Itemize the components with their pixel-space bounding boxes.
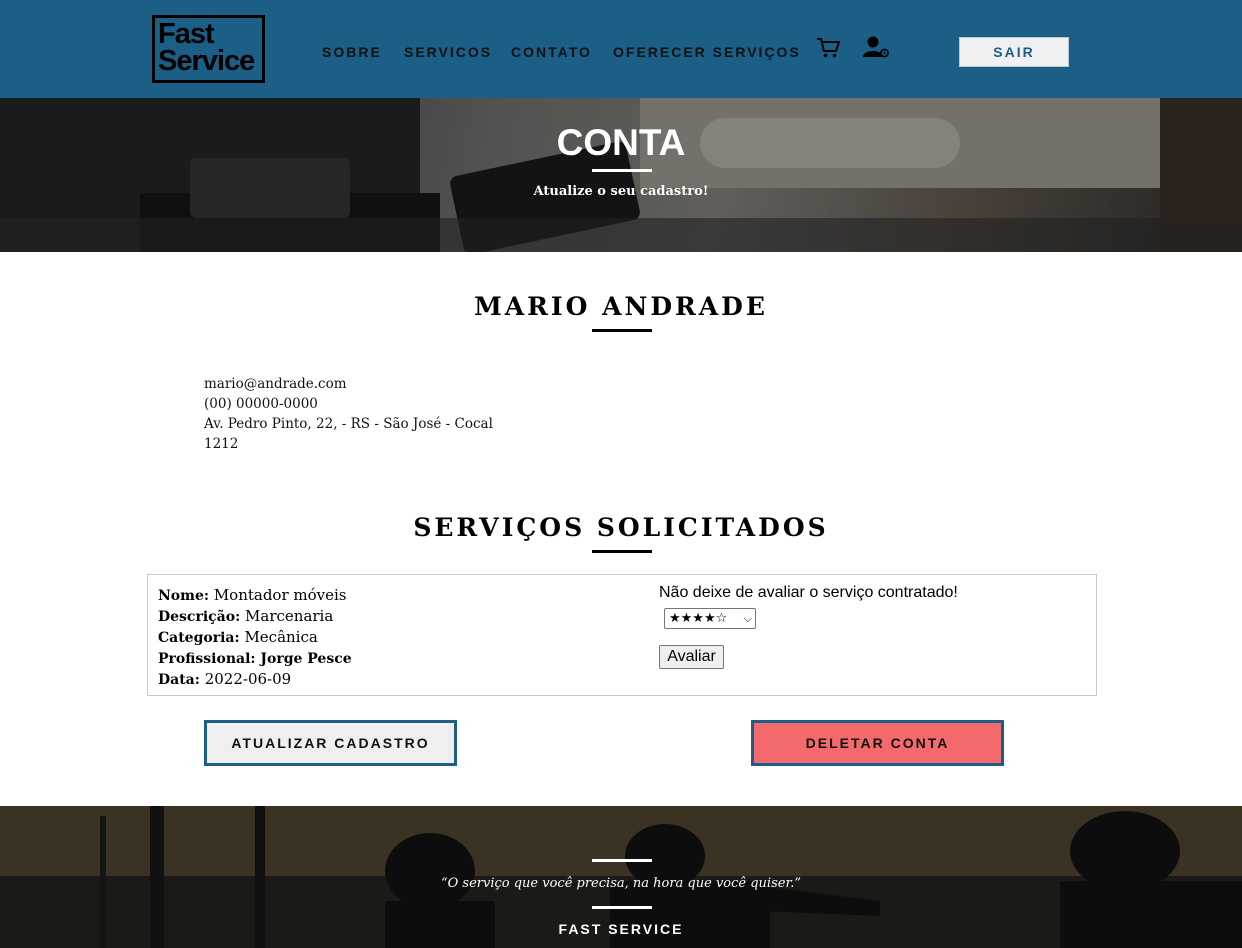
profile-phone: (00) 00000-0000 [204, 396, 318, 412]
service-professional-row: Profissional: Jorge Pesce [158, 648, 352, 669]
service-card: Nome: Montador móveis Descrição: Marcena… [147, 574, 1097, 696]
rating-selected-value: ★★★★☆ [669, 611, 728, 626]
footer: “O serviço que você precisa, na hora que… [0, 806, 1242, 948]
profile-email: mario@andrade.com [204, 376, 347, 392]
services-heading: SERVIÇOS SOLICITADOS [413, 513, 829, 542]
service-professional-label: Profissional: [158, 651, 256, 667]
fast-service-logo[interactable]: Fast Service [152, 15, 265, 83]
service-description-label: Descrição: [158, 609, 241, 625]
profile-name-underline [592, 329, 652, 332]
service-name-row: Nome: Montador móveis [158, 585, 352, 606]
service-description-row: Descrição: Marcenaria [158, 606, 352, 627]
page-subtitle: Atualize o seu cadastro! [533, 184, 709, 199]
service-details: Nome: Montador móveis Descrição: Marcena… [158, 585, 352, 690]
logout-button[interactable]: SAIR [959, 37, 1069, 67]
nav-link-servicos[interactable]: SERVICOS [404, 44, 492, 60]
rating-prompt: Não deixe de avaliar o serviço contratad… [659, 584, 958, 601]
update-account-button[interactable]: ATUALIZAR CADASTRO [204, 720, 457, 766]
footer-top-line [592, 859, 652, 862]
service-name: Montador móveis [213, 586, 347, 604]
top-navbar: Fast Service SOBRE SERVICOS CONTATO OFER… [0, 0, 1242, 98]
service-date-label: Data: [158, 672, 200, 688]
hero-banner: CONTA Atualize o seu cadastro! [0, 98, 1242, 252]
service-name-label: Nome: [158, 588, 210, 604]
footer-brand: FAST SERVICE [558, 921, 684, 937]
service-category: Mecânica [244, 628, 318, 646]
nav-link-sobre[interactable]: SOBRE [322, 44, 382, 60]
profile-name-heading: MARIO ANDRADE [474, 292, 768, 321]
services-heading-underline [592, 550, 652, 553]
footer-bottom-line [592, 906, 652, 909]
user-settings-icon[interactable] [862, 35, 890, 61]
logo-text-line1: Fast [158, 18, 215, 50]
rate-service-button[interactable]: Avaliar [659, 645, 724, 669]
service-description: Marcenaria [245, 607, 334, 625]
service-date: 2022-06-09 [204, 670, 292, 688]
page-title: CONTA [556, 122, 686, 163]
rating-select[interactable]: ★★★★☆ ⌵ [664, 608, 756, 629]
profile-info: mario@andrade.com (00) 00000-0000 Av. Pe… [204, 374, 493, 454]
logo-text-line2: Service [158, 45, 255, 77]
nav-link-oferecer-servicos[interactable]: OFERECER SERVIÇOS [613, 44, 801, 60]
hero-title-underline [592, 169, 652, 172]
profile-address-number: 1212 [204, 436, 239, 452]
chevron-down-icon: ⌵ [743, 612, 752, 625]
nav-link-contato[interactable]: CONTATO [511, 44, 592, 60]
service-date-row: Data: 2022-06-09 [158, 669, 352, 690]
service-category-row: Categoria: Mecânica [158, 627, 352, 648]
service-category-label: Categoria: [158, 630, 240, 646]
service-professional: Jorge Pesce [260, 651, 352, 667]
cart-icon[interactable] [815, 35, 843, 61]
profile-address: Av. Pedro Pinto, 22, - RS - São José - C… [204, 416, 493, 432]
footer-quote: “O serviço que você precisa, na hora que… [440, 876, 802, 891]
delete-account-button[interactable]: DELETAR CONTA [751, 720, 1004, 766]
